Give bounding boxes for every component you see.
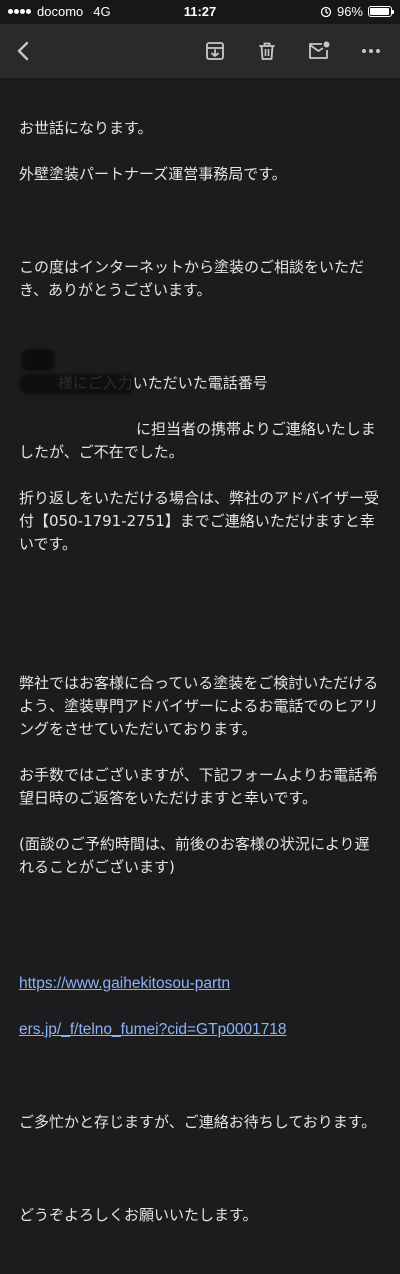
battery-percent: 96% bbox=[336, 4, 363, 19]
reply-form-link[interactable]: https://www.gaihekitosou-partn ers.jp/_f… bbox=[19, 975, 287, 1038]
archive-button[interactable] bbox=[201, 37, 229, 65]
link-text: ers.jp/_f/telno_fumei?cid=GTp0001718 bbox=[19, 1021, 287, 1038]
thanks-paragraph: この度はインターネットから塗装のご相談をいただき、ありがとうございます。 bbox=[19, 233, 384, 325]
redacted-phone bbox=[19, 374, 134, 394]
busy-text: ご多忙かと存じますが、ご連絡お待ちしております。 bbox=[19, 1113, 377, 1131]
link-paragraph: https://www.gaihekitosou-partn ers.jp/_f… bbox=[19, 926, 384, 1064]
notice-paragraph: 様にご入力いただいた電話番号 に担当者の携帯よりご連絡いたしましたが、ご不在でし… bbox=[19, 349, 384, 625]
status-bar: docomo 4G 11:27 96% bbox=[0, 0, 400, 24]
greeting-line: 外壁塗装パートナーズ運営事務局です。 bbox=[19, 165, 287, 183]
request-paragraph: 弊社ではお客様に合っている塗装をご検討いただけるよう、塗装専門アドバイザーによる… bbox=[19, 649, 384, 902]
request-line: (面談のご予約時間は、前後のお客様の状況により遅れることがございます) bbox=[19, 835, 370, 876]
arrow-left-icon bbox=[17, 41, 29, 61]
redacted-name bbox=[21, 349, 55, 371]
delete-button[interactable] bbox=[253, 37, 281, 65]
request-line: 弊社ではお客様に合っている塗装をご検討いただけるよう、塗装専門アドバイザーによる… bbox=[19, 674, 379, 738]
trash-icon bbox=[259, 42, 275, 60]
email-body: お世話になります。 外壁塗装パートナーズ運営事務局です。 この度はインターネット… bbox=[19, 94, 384, 1274]
mark-unread-button[interactable] bbox=[305, 37, 333, 65]
more-options-button[interactable] bbox=[357, 37, 385, 65]
back-button[interactable] bbox=[10, 37, 38, 65]
location-icon bbox=[320, 6, 332, 17]
email-toolbar bbox=[0, 24, 400, 78]
mark-unread-icon bbox=[309, 41, 330, 59]
battery-icon bbox=[368, 6, 394, 17]
closing-paragraph: どうぞよろしくお願いいたします。 bbox=[19, 1181, 384, 1250]
status-right: 96% bbox=[320, 4, 394, 19]
battery-fill bbox=[370, 8, 390, 15]
notice-line: 折り返しをいただける場合は、弊社のアドバイザー受付【050-1791-2751】… bbox=[19, 489, 380, 553]
archive-icon bbox=[206, 42, 224, 60]
link-text: https://www.gaihekitosou-partn bbox=[19, 975, 231, 992]
busy-paragraph: ご多忙かと存じますが、ご連絡お待ちしております。 bbox=[19, 1088, 384, 1157]
request-line: お手数ではございますが、下記フォームよりお電話希望日時のご返答をいただけますと幸… bbox=[19, 766, 378, 807]
thanks-text: この度はインターネットから塗装のご相談をいただき、ありがとうございます。 bbox=[19, 258, 365, 299]
more-icon bbox=[362, 49, 380, 53]
notice-line: に担当者の携帯よりご連絡いたしましたが、ご不在でした。 bbox=[19, 420, 376, 461]
greeting-paragraph: お世話になります。 外壁塗装パートナーズ運営事務局です。 bbox=[19, 94, 384, 209]
closing-text: どうぞよろしくお願いいたします。 bbox=[19, 1206, 258, 1224]
greeting-line: お世話になります。 bbox=[19, 119, 153, 137]
